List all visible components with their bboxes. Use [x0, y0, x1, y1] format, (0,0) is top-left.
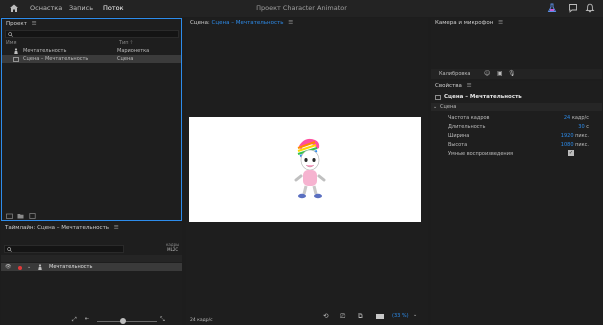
prop-label: Длительность [448, 124, 486, 130]
collapse-chevron-icon[interactable]: ⌄ [433, 103, 437, 111]
prop-label: Ширина [448, 133, 470, 139]
timeline-search-input[interactable] [4, 245, 124, 253]
face-tracking-icon[interactable]: ☺ [484, 70, 490, 77]
project-panel: Проект ☰ Имя Тип 🡑 Мечтательность Марион… [1, 18, 182, 221]
camera-panel: Камера и микрофон ☰ Калибровка ☺ ▣ 🎙 [431, 18, 602, 79]
column-type[interactable]: Тип 🡑 [119, 39, 133, 47]
zoom-dropdown-icon[interactable]: ⌄ [413, 312, 417, 318]
smart-replay-checkbox[interactable]: ✓ [568, 150, 574, 156]
fit-icon[interactable]: ⤢ [72, 316, 77, 324]
panel-menu-icon[interactable]: ☰ [467, 83, 472, 89]
project-search-input[interactable] [5, 30, 179, 38]
prop-number[interactable]: 30 [578, 124, 584, 130]
prop-value[interactable]: 1920 пикс. [531, 133, 589, 139]
scene-panel-header: Сцена: Сцена – Мечтательность ☰ [186, 18, 428, 28]
frames-counter: кадры ML2C [166, 242, 179, 252]
replay-icon[interactable]: ⟲ [323, 312, 328, 320]
zoom-out-icon[interactable]: ⇤ [85, 316, 89, 322]
scene-icon [435, 95, 441, 100]
list-item-type: Сцена [117, 56, 134, 62]
column-name[interactable]: Имя [6, 39, 17, 47]
record-arm-icon[interactable] [18, 265, 22, 270]
record-frame-icon[interactable]: ⧉ [358, 312, 363, 321]
list-item-name: Мечтательность [23, 48, 67, 54]
prop-value[interactable]: 30 с [531, 124, 589, 130]
scene-panel-name: Сцена – Мечтательность [211, 20, 284, 26]
track-row[interactable]: 👁 ⌄ Мечтательность [1, 263, 182, 271]
project-panel-header: Проект ☰ [2, 19, 181, 29]
properties-panel: Свойства ☰ Сцена – Мечтательность ⌄ Сцен… [431, 81, 602, 325]
properties-panel-title: Свойства [435, 83, 462, 89]
camera-toolbar: Калибровка ☺ ▣ 🎙 [431, 69, 602, 79]
panel-menu-icon[interactable]: ☰ [498, 20, 503, 26]
search-icon [7, 247, 12, 252]
top-bar: Оснастка Запись Поток Проект Character A… [0, 0, 603, 17]
prop-value[interactable]: 24 кадр/с [531, 115, 589, 121]
sort-arrow-icon: 🡑 [130, 40, 133, 46]
prop-label: Высота [448, 142, 468, 148]
list-item-type: Марионетка [117, 48, 150, 54]
zoom-slider-track[interactable] [97, 321, 157, 322]
zoom-slider-thumb[interactable] [120, 318, 126, 324]
prop-value[interactable]: 1080 пикс. [531, 142, 589, 148]
eye-icon[interactable]: 👁 [5, 264, 11, 270]
expand-chevron-icon[interactable]: ⌄ [27, 263, 31, 271]
background-toggle-icon[interactable] [376, 314, 384, 319]
search-icon [8, 32, 13, 37]
time-ruler[interactable] [1, 255, 182, 262]
puppet-figure[interactable] [285, 134, 333, 206]
column-type-label: Тип [119, 40, 129, 46]
scene-canvas[interactable] [189, 117, 421, 222]
puppet-icon [38, 264, 42, 270]
track-name: Мечтательность [49, 264, 93, 270]
properties-title-row: Сцена – Мечтательность [431, 93, 602, 102]
scene-icon [13, 56, 19, 62]
frame-rate-label: 24 кадр/с [190, 318, 213, 323]
section-title: Сцена [440, 104, 457, 110]
camera-sync-icon[interactable]: ⎚ [340, 312, 345, 321]
scene-panel-prefix: Сцена: [190, 20, 210, 26]
calibrate-button[interactable]: Калибровка [439, 71, 470, 77]
prop-number[interactable]: 1920 [561, 133, 574, 139]
camera-panel-title: Камера и микрофон [435, 20, 494, 26]
properties-section-header[interactable]: ⌄ Сцена [431, 103, 602, 111]
list-item[interactable]: Мечтательность Марионетка [2, 47, 181, 55]
flask-icon[interactable] [547, 3, 557, 13]
frames-value: ML2C [167, 247, 179, 252]
timeline-panel-header: Таймлайн: Сцена – Мечтательность ☰ [1, 223, 182, 233]
scene-panel: Сцена: Сцена – Мечтательность ☰ 24 кадр/… [186, 18, 428, 325]
project-panel-title: Проект [6, 21, 27, 27]
folder-icon[interactable] [17, 213, 24, 219]
camera-icon[interactable]: ▣ [497, 70, 503, 77]
prop-unit: пикс. [575, 142, 589, 148]
timeline-panel-title: Таймлайн: Сцена – Мечтательность [5, 225, 110, 231]
microphone-icon[interactable]: 🎙 [508, 70, 516, 77]
project-list-header: Имя Тип 🡑 [5, 39, 181, 47]
prop-unit: пикс. [575, 133, 589, 139]
prop-number[interactable]: 1080 [561, 142, 574, 148]
properties-panel-header: Свойства ☰ [431, 81, 602, 91]
camera-panel-header: Камера и микрофон ☰ [431, 18, 602, 28]
panel-menu-icon[interactable]: ☰ [114, 225, 119, 231]
prop-unit: кадр/с [571, 115, 589, 121]
prop-unit: с [586, 124, 589, 130]
prop-label: Умные воспроизведения [448, 151, 513, 157]
chat-icon[interactable] [568, 3, 578, 13]
prop-label: Частота кадров [448, 115, 490, 121]
import-icon[interactable] [6, 213, 13, 219]
zoom-level[interactable]: (33 %) [392, 313, 409, 319]
list-item-selected[interactable]: Сцена – Мечтательность Сцена [2, 55, 181, 63]
panel-menu-icon[interactable]: ☰ [288, 20, 293, 26]
app-title: Проект Character Animator [256, 4, 347, 12]
panel-menu-icon[interactable]: ☰ [32, 21, 37, 27]
bell-icon[interactable] [585, 3, 595, 13]
new-item-icon[interactable] [29, 213, 36, 219]
timeline-panel: Таймлайн: Сцена – Мечтательность ☰ кадры… [1, 223, 182, 325]
puppet-icon [14, 48, 18, 54]
zoom-in-icon[interactable]: ⤡ [160, 316, 165, 324]
properties-title: Сцена – Мечтательность [444, 94, 522, 100]
prop-number[interactable]: 24 [564, 115, 570, 121]
list-item-name: Сцена – Мечтательность [23, 56, 89, 62]
